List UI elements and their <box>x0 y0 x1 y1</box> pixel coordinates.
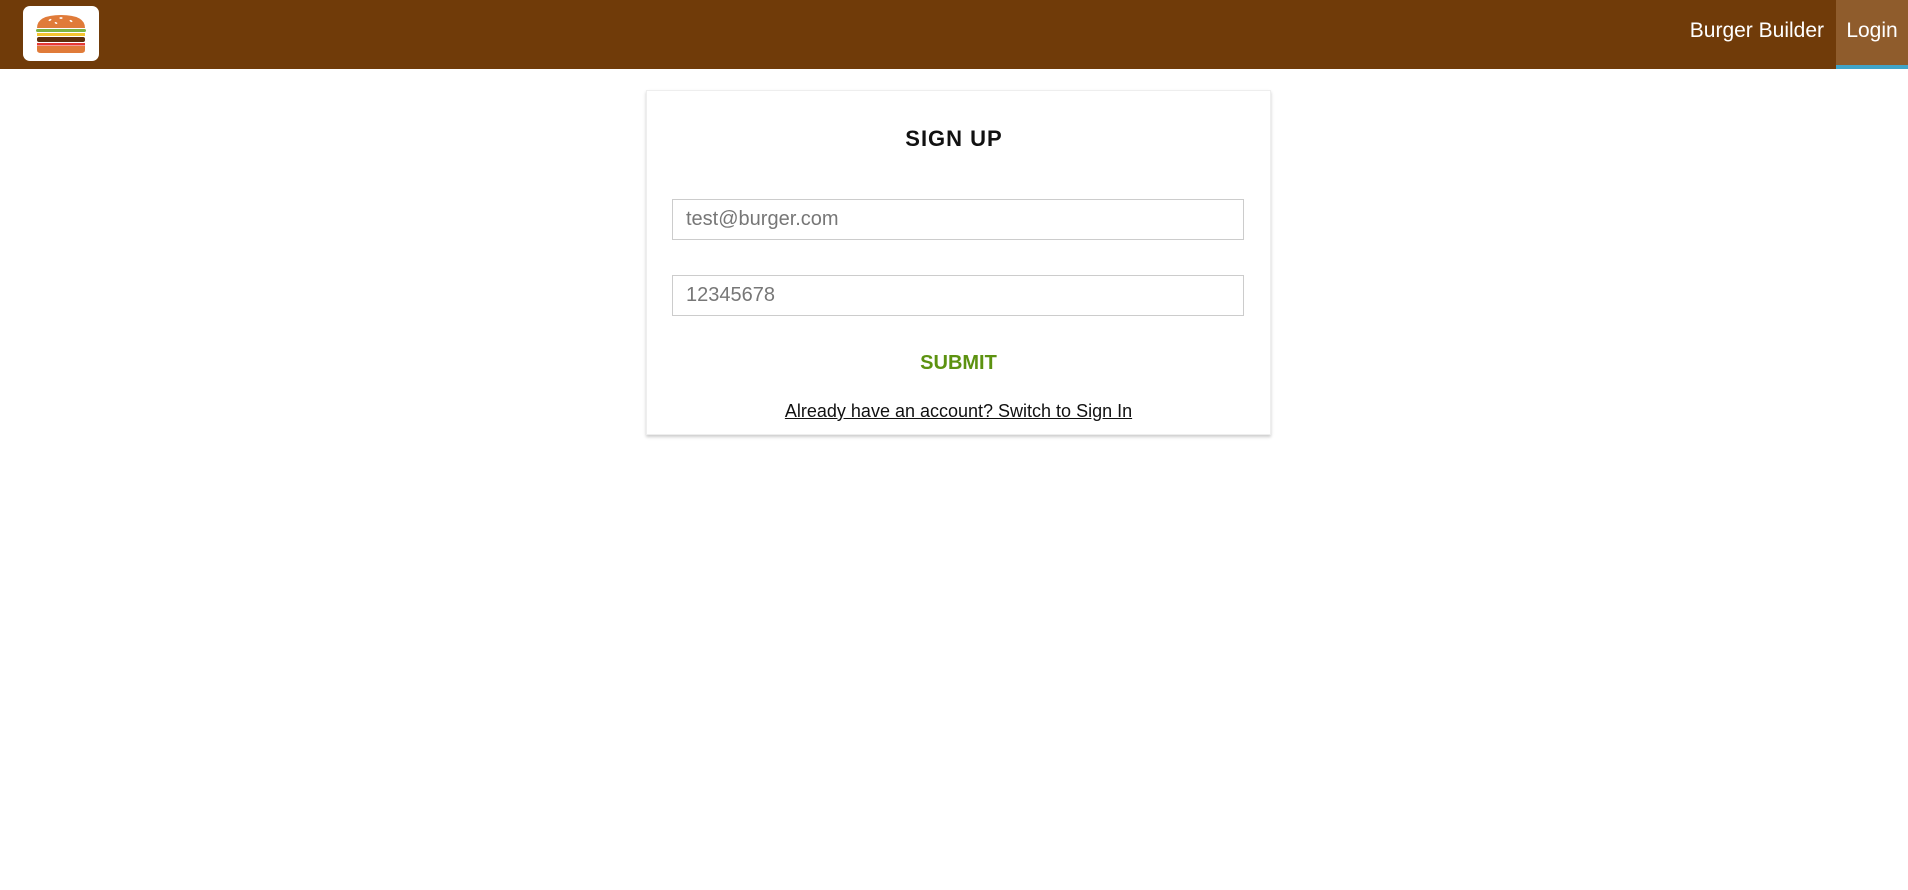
burger-illustration <box>36 14 86 53</box>
email-field[interactable] <box>672 199 1244 240</box>
password-field[interactable] <box>672 275 1244 316</box>
nav-burger-builder[interactable]: Burger Builder <box>1678 0 1836 69</box>
submit-button[interactable]: SUBMIT <box>0 350 1908 376</box>
top-toolbar: Burger Builder Login <box>0 0 1908 69</box>
page-title: SIGN UP <box>905 126 1003 151</box>
main-nav: Burger Builder Login <box>1678 0 1908 69</box>
switch-to-sign-in-link[interactable]: Already have an account? Switch to Sign … <box>0 401 1908 422</box>
nav-login[interactable]: Login <box>1836 0 1908 69</box>
burger-logo-icon[interactable] <box>23 6 99 61</box>
